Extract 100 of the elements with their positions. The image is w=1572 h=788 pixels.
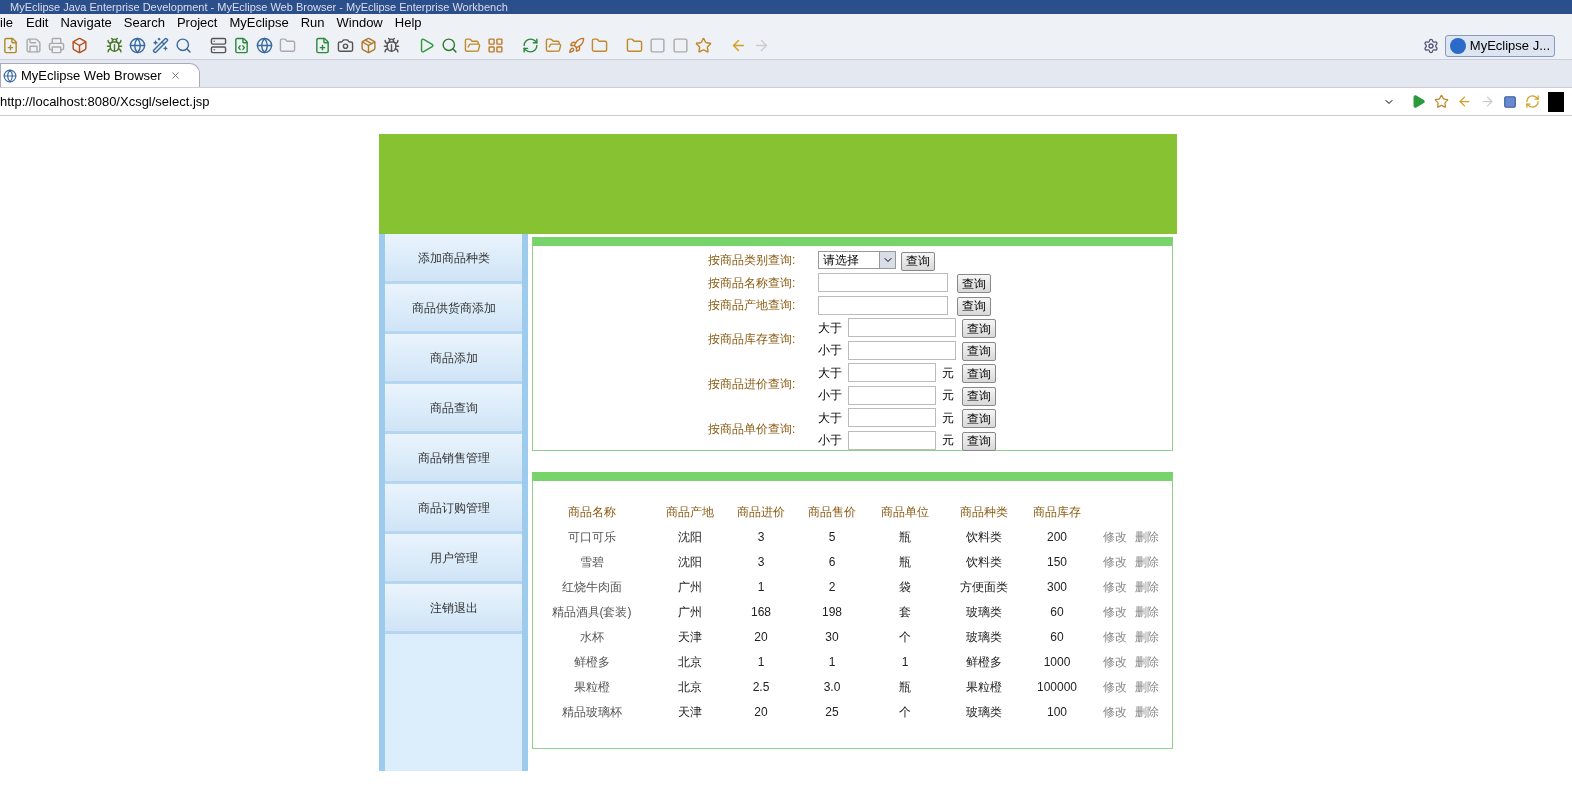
delete-link[interactable]: 删除 — [1135, 554, 1159, 569]
sidebar-item[interactable]: 商品供货商添加 — [385, 284, 522, 334]
square-icon[interactable] — [649, 37, 666, 54]
sidebar-item[interactable]: 商品查询 — [385, 384, 522, 434]
column-header: 商品种类 — [959, 504, 1008, 519]
folder-icon[interactable] — [591, 37, 608, 54]
input-field[interactable] — [848, 318, 956, 338]
query-button[interactable]: 查询 — [901, 251, 935, 271]
category-select[interactable]: 请选择 — [818, 251, 896, 270]
sidebar-item[interactable]: 注销退出 — [385, 584, 522, 634]
delete-link[interactable]: 删除 — [1135, 604, 1159, 619]
menu-item[interactable]: Edit — [20, 13, 55, 33]
grid-icon[interactable] — [487, 37, 504, 54]
globe-icon[interactable] — [129, 37, 146, 54]
input-field[interactable] — [848, 385, 936, 405]
refresh-icon[interactable] — [1525, 94, 1540, 109]
edit-link[interactable]: 修改 — [1103, 704, 1127, 719]
address-field[interactable]: http://localhost:8080/Xcsgl/select.jsp — [0, 89, 1403, 114]
menu-item[interactable]: MyEclipse — [223, 13, 295, 33]
search-label: 按商品产地查询: — [708, 297, 797, 315]
table-cell: 玻璃类 — [965, 704, 1002, 719]
sidebar-item[interactable]: 商品销售管理 — [385, 434, 522, 484]
menu-item[interactable]: Navigate — [54, 13, 118, 33]
globe-icon[interactable] — [256, 37, 273, 54]
star-icon[interactable] — [1434, 94, 1449, 109]
forward-arrow-icon[interactable] — [753, 37, 770, 54]
query-button[interactable]: 查询 — [962, 409, 996, 429]
search-icon[interactable] — [441, 37, 458, 54]
sidebar-item[interactable]: 商品添加 — [385, 334, 522, 384]
delete-link[interactable]: 删除 — [1135, 629, 1159, 644]
menu-item[interactable]: Run — [294, 13, 331, 33]
wand-icon[interactable] — [152, 37, 169, 54]
editor-tab[interactable]: MyEclipse Web Browser — [0, 63, 200, 87]
edit-link[interactable]: 修改 — [1103, 654, 1127, 669]
debug-icon[interactable] — [383, 37, 400, 54]
edit-link[interactable]: 修改 — [1103, 604, 1127, 619]
menu-item[interactable]: Window — [330, 13, 389, 33]
bug-icon[interactable] — [106, 37, 123, 54]
table-cell: 瓶 — [899, 529, 911, 544]
edit-link[interactable]: 修改 — [1103, 554, 1127, 569]
back-arrow-icon[interactable] — [730, 37, 747, 54]
input-field[interactable] — [818, 273, 948, 293]
query-button[interactable]: 查询 — [957, 296, 991, 316]
sidebar-item[interactable]: 商品订购管理 — [385, 484, 522, 534]
save-icon[interactable] — [25, 37, 42, 54]
delete-link[interactable]: 删除 — [1135, 579, 1159, 594]
perspective-button[interactable]: MyEclipse J... — [1444, 34, 1555, 57]
edit-link[interactable]: 修改 — [1103, 629, 1127, 644]
table-cell: 3 — [757, 554, 765, 569]
input-field[interactable] — [848, 340, 956, 360]
input-field[interactable] — [848, 363, 936, 383]
server-icon[interactable] — [210, 37, 227, 54]
bound-label: 小于 — [818, 387, 843, 405]
delete-link[interactable]: 删除 — [1135, 704, 1159, 719]
file-add-icon[interactable] — [314, 37, 331, 54]
folder-icon[interactable] — [626, 37, 643, 54]
query-button[interactable]: 查询 — [962, 364, 996, 384]
input-field[interactable] — [848, 408, 936, 428]
menu-item[interactable]: Project — [170, 13, 224, 33]
query-button[interactable]: 查询 — [962, 319, 996, 339]
go-icon[interactable] — [1411, 94, 1426, 109]
stop-icon[interactable] — [1503, 94, 1517, 109]
table-cell: 广州 — [678, 579, 702, 594]
forward-arrow-icon[interactable] — [1480, 94, 1495, 109]
sidebar-item[interactable]: 添加商品种类 — [385, 234, 522, 284]
star-icon[interactable] — [695, 37, 712, 54]
delete-link[interactable]: 删除 — [1135, 679, 1159, 694]
edit-link[interactable]: 修改 — [1103, 529, 1127, 544]
close-icon[interactable] — [169, 70, 181, 81]
input-field[interactable] — [848, 430, 936, 450]
query-button[interactable]: 查询 — [962, 386, 996, 406]
open-perspective-icon[interactable] — [1422, 37, 1439, 54]
print-icon[interactable] — [48, 37, 65, 54]
refresh-icon[interactable] — [522, 37, 539, 54]
query-button[interactable]: 查询 — [957, 274, 991, 294]
menu-item[interactable]: Help — [388, 13, 428, 33]
menu-item[interactable]: Search — [117, 13, 171, 33]
edit-link[interactable]: 修改 — [1103, 679, 1127, 694]
package-icon[interactable] — [360, 37, 377, 54]
box-icon[interactable] — [71, 37, 88, 54]
new-file-icon[interactable] — [2, 37, 19, 54]
edit-link[interactable]: 修改 — [1103, 579, 1127, 594]
table-cell: 30 — [825, 629, 839, 644]
square-icon[interactable] — [672, 37, 689, 54]
folder-icon[interactable] — [279, 37, 296, 54]
rocket-icon[interactable] — [568, 37, 585, 54]
query-button[interactable]: 查询 — [962, 341, 996, 361]
table-cell: 100000 — [1036, 679, 1077, 694]
folder-open-icon[interactable] — [545, 37, 562, 54]
menu-item[interactable]: ile — [0, 13, 20, 33]
delete-link[interactable]: 删除 — [1135, 529, 1159, 544]
camera-icon[interactable] — [337, 37, 354, 54]
search-icon[interactable] — [175, 37, 192, 54]
file-code-icon[interactable] — [233, 37, 250, 54]
sidebar-item[interactable]: 用户管理 — [385, 534, 522, 584]
query-button[interactable]: 查询 — [962, 431, 996, 451]
delete-link[interactable]: 删除 — [1135, 654, 1159, 669]
folder-open-icon[interactable] — [464, 37, 481, 54]
run-icon[interactable] — [418, 37, 435, 54]
input-field[interactable] — [818, 295, 948, 315]
